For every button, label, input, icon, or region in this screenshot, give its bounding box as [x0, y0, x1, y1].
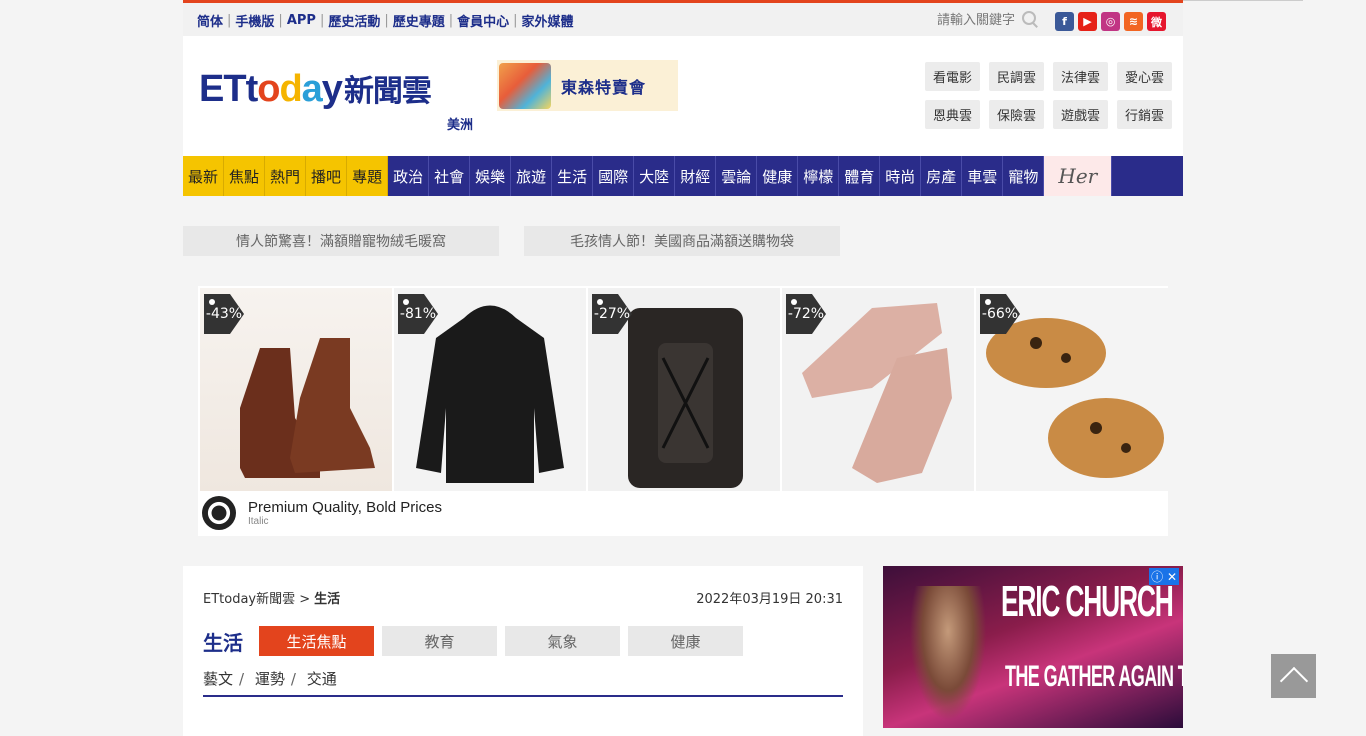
cloud-button-grace[interactable]: 恩典雲	[925, 100, 980, 129]
close-icon[interactable]: ⓘ ✕	[1149, 568, 1179, 585]
nav-life[interactable]: 生活	[552, 156, 594, 196]
top-gray-line	[1183, 0, 1303, 1]
sublink-fortune[interactable]: 運勢	[255, 670, 285, 688]
nav-opinion[interactable]: 雲論	[716, 156, 758, 196]
section-title: 生活	[203, 631, 243, 655]
nav-finance[interactable]: 財經	[675, 156, 717, 196]
nav-cars[interactable]: 車雲	[962, 156, 1004, 196]
cloud-button-game[interactable]: 遊戲雲	[1053, 100, 1108, 129]
site-logo[interactable]: ETtoday新聞雲	[199, 66, 432, 111]
link-app[interactable]: APP	[287, 13, 316, 28]
ad-headline: Premium Quality, Bold Prices	[248, 499, 442, 516]
article-date: 2022年03月19日 20:31	[696, 592, 843, 607]
top-bar: 简体 | 手機版 | APP | 歷史活動 | 歷史專題 | 會員中心 | 家外媒體 請輸入…	[183, 0, 1183, 36]
subtab-weather[interactable]: 氣象	[505, 626, 620, 656]
cloud-button-law[interactable]: 法律雲	[1053, 62, 1108, 91]
breadcrumb-section[interactable]: 生活	[314, 592, 340, 607]
region-label[interactable]: 美洲	[447, 114, 473, 133]
back-to-top-button[interactable]	[1271, 654, 1316, 698]
nav-fashion[interactable]: 時尚	[880, 156, 922, 196]
nav-topics[interactable]: 專題	[347, 156, 389, 196]
nav-realestate[interactable]: 房產	[921, 156, 963, 196]
ad-footer[interactable]: Premium Quality, Bold Prices Italic	[202, 496, 442, 530]
link-outdoor-media[interactable]: 家外媒體	[522, 11, 574, 30]
weibo-icon[interactable]: 微	[1147, 12, 1166, 31]
sublink-traffic[interactable]: 交通	[307, 670, 337, 688]
nav-international[interactable]: 國際	[593, 156, 635, 196]
promo-link-2[interactable]: 毛孩情人節！美國商品滿額送購物袋	[524, 226, 840, 256]
search-input[interactable]: 請輸入關鍵字	[937, 9, 1015, 28]
promo-links: 情人節驚喜！滿額贈寵物絨毛暖窩 毛孩情人節！美國商品滿額送購物袋	[183, 226, 840, 256]
breadcrumb-home[interactable]: ETtoday新聞雲 >	[203, 592, 310, 607]
nav-society[interactable]: 社會	[429, 156, 471, 196]
ad-product-1[interactable]: -43%	[200, 288, 392, 491]
breadcrumb: ETtoday新聞雲 > 生活	[203, 588, 340, 607]
ad-product-5[interactable]: -66%	[976, 288, 1168, 491]
search-icon[interactable]	[1021, 10, 1039, 28]
subtab-health[interactable]: 健康	[628, 626, 743, 656]
product-ad[interactable]: ⓘ ✕ -43% -81% -27% -72% -66% Premium Qua…	[198, 286, 1168, 536]
nav-pets[interactable]: 寵物	[1003, 156, 1045, 196]
cloud-button-insurance[interactable]: 保險雲	[989, 100, 1044, 129]
side-ad-subtitle: THE GATHER AGAIN TOUR	[1005, 660, 1183, 693]
page-wrapper: 简体 | 手機版 | APP | 歷史活動 | 歷史專題 | 會員中心 | 家外媒體 請輸入…	[183, 0, 1183, 256]
nav-entertainment[interactable]: 娛樂	[470, 156, 512, 196]
section-divider	[203, 695, 843, 697]
youtube-icon[interactable]: ▶	[1078, 12, 1097, 31]
nav-hot[interactable]: 熱門	[265, 156, 307, 196]
ad-brand: Italic	[248, 516, 269, 527]
logo-cloud-text: 新聞雲	[343, 75, 432, 108]
rss-icon[interactable]: ≋	[1124, 12, 1143, 31]
link-member-center[interactable]: 會員中心	[457, 11, 509, 30]
promo-link-1[interactable]: 情人節驚喜！滿額贈寵物絨毛暖窩	[183, 226, 499, 256]
link-history-topics[interactable]: 歷史專題	[393, 11, 445, 30]
nav-lemon[interactable]: 檸檬	[798, 156, 840, 196]
nav-china[interactable]: 大陸	[634, 156, 676, 196]
section-sublinks: 藝文 / 運勢 / 交通	[203, 670, 337, 688]
subtab-education[interactable]: 教育	[382, 626, 497, 656]
side-ad[interactable]: ERIC CHURCH THE GATHER AGAIN TOUR ⓘ ✕	[883, 566, 1183, 728]
site-header: ETtoday新聞雲 美洲 東森特賣會 看電影 民調雲 法律雲 愛心雲 恩典雲 …	[183, 36, 1183, 156]
main-nav: 最新 焦點 熱門 播吧 專題 政治 社會 娛樂 旅遊 生活 國際 大陸 財經 雲…	[183, 156, 1183, 196]
link-simplified[interactable]: 简体	[197, 11, 223, 30]
nav-focus[interactable]: 焦點	[224, 156, 266, 196]
cloud-button-movie[interactable]: 看電影	[925, 62, 980, 91]
cloud-buttons: 看電影 民調雲 法律雲 愛心雲 恩典雲 保險雲 遊戲雲 行銷雲	[925, 62, 1172, 129]
nav-health[interactable]: 健康	[757, 156, 799, 196]
social-links: f ▶ ◎ ≋ 微	[1055, 12, 1166, 31]
section-subtabs: 生活焦點 教育 氣象 健康	[259, 626, 743, 656]
nav-travel[interactable]: 旅遊	[511, 156, 553, 196]
instagram-icon[interactable]: ◎	[1101, 12, 1120, 31]
sublink-arts[interactable]: 藝文	[203, 670, 233, 688]
top-links: 简体 | 手機版 | APP | 歷史活動 | 歷史專題 | 會員中心 | 家外媒體	[197, 11, 574, 30]
ad-product-4[interactable]: -72%	[782, 288, 974, 491]
cloud-button-poll[interactable]: 民調雲	[989, 62, 1044, 91]
ad-product-3[interactable]: -27%	[588, 288, 780, 491]
cloud-button-marketing[interactable]: 行銷雲	[1117, 100, 1172, 129]
subtab-life-focus[interactable]: 生活焦點	[259, 626, 374, 656]
brand-logo-icon	[202, 496, 236, 530]
nav-politics[interactable]: 政治	[388, 156, 430, 196]
banner-text: 東森特賣會	[561, 77, 647, 97]
nav-latest[interactable]: 最新	[183, 156, 225, 196]
singer-image	[903, 586, 993, 728]
shopping-basket-icon	[499, 62, 551, 109]
nav-sports[interactable]: 體育	[839, 156, 881, 196]
link-mobile[interactable]: 手機版	[235, 11, 274, 30]
ad-product-2[interactable]: -81%	[394, 288, 586, 491]
facebook-icon[interactable]: f	[1055, 12, 1074, 31]
article-panel: ETtoday新聞雲 > 生活 2022年03月19日 20:31 生活 生活焦點…	[183, 566, 863, 736]
cloud-button-charity[interactable]: 愛心雲	[1117, 62, 1172, 91]
link-history-events[interactable]: 歷史活動	[328, 11, 380, 30]
nav-podcast[interactable]: 播吧	[306, 156, 348, 196]
ad-products: -43% -81% -27% -72% -66%	[200, 288, 1168, 491]
nav-her[interactable]: Her	[1044, 156, 1113, 196]
search-box[interactable]: 請輸入關鍵字	[937, 9, 1039, 28]
header-banner[interactable]: 東森特賣會	[497, 60, 678, 111]
side-ad-title: ERIC CHURCH	[1001, 577, 1174, 626]
